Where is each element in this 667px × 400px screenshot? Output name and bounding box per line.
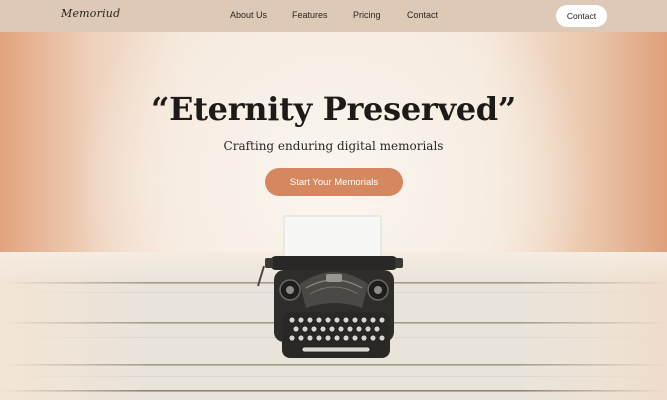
nav-about-us[interactable]: About Us: [230, 10, 267, 20]
nav-pricing[interactable]: Pricing: [353, 10, 381, 20]
nav-contact[interactable]: Contact: [407, 10, 438, 20]
top-navigation: Memoriud About Us Features Pricing Conta…: [0, 0, 667, 32]
hero-subtitle: Crafting enduring digital memorials: [223, 139, 444, 153]
start-memorials-button[interactable]: Start Your Memorials: [265, 168, 403, 196]
nav-features[interactable]: Features: [292, 10, 328, 20]
contact-button[interactable]: Contact: [556, 5, 607, 27]
hero-title: “Eternity Preserved”: [151, 90, 516, 128]
hero-section: “Eternity Preserved” Crafting enduring d…: [0, 32, 667, 400]
typewriter-illustration: [257, 215, 403, 358]
